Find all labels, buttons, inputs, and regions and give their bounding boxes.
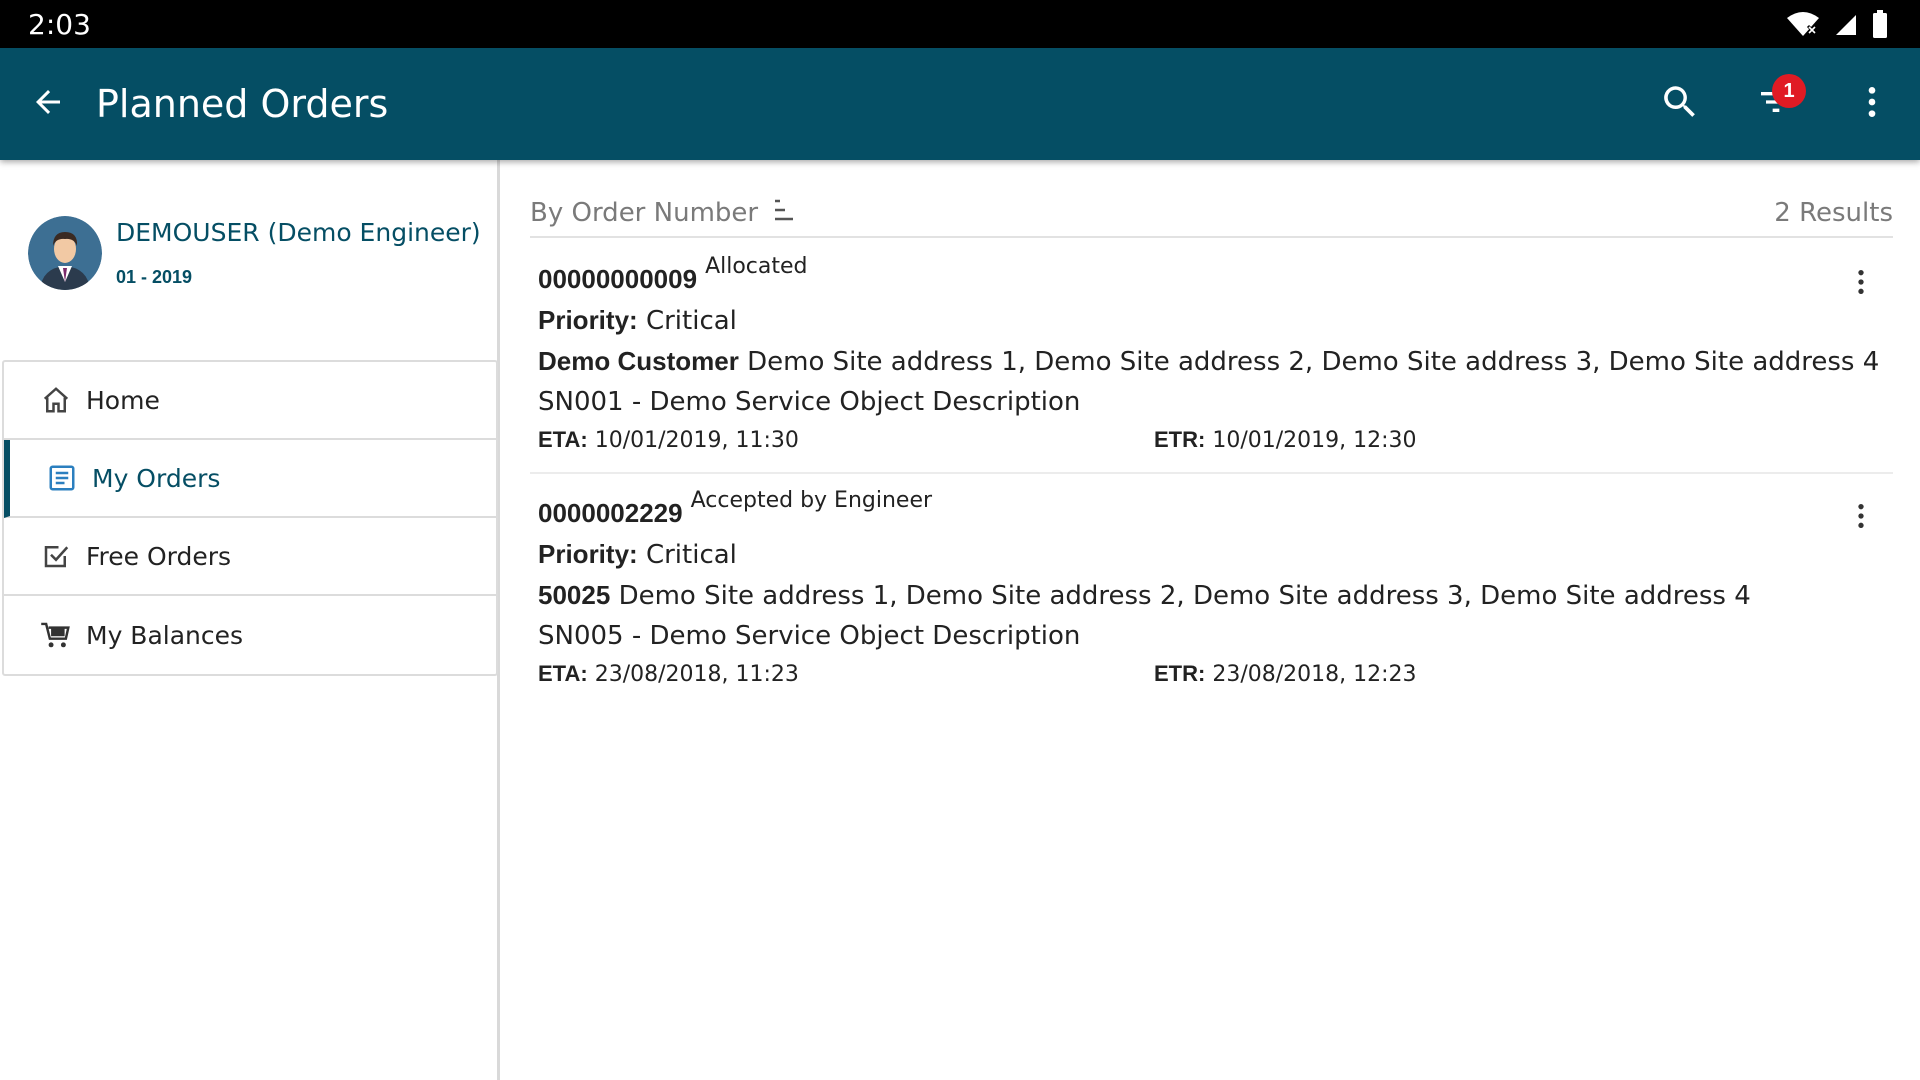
sidebar-item-home[interactable]: Home <box>4 362 496 440</box>
wifi-icon <box>1786 11 1820 37</box>
eta-value: 10/01/2019, 11:30 <box>594 428 799 453</box>
sidebar-item-label: My Balances <box>86 620 244 650</box>
overflow-menu-button[interactable] <box>1824 48 1920 160</box>
priority-value: Critical <box>645 540 737 570</box>
battery-icon <box>1872 10 1888 38</box>
app-bar: Planned Orders 1 <box>0 48 1920 160</box>
order-card[interactable]: 00000000009 Allocated Priority: Critical… <box>530 240 1893 474</box>
eta: ETA: 23/08/2018, 11:23 <box>538 661 1154 687</box>
etr: ETR: 23/08/2018, 12:23 <box>1154 661 1417 687</box>
sort-bar: By Order Number 2 Results <box>530 190 1893 238</box>
sidebar-item-label: My Orders <box>92 463 221 493</box>
order-menu-button[interactable] <box>1841 264 1881 304</box>
more-vert-icon <box>1852 82 1892 127</box>
service-object: SN001 - Demo Service Object Description <box>538 387 1081 417</box>
order-card[interactable]: 0000002229 Accepted by Engineer Priority… <box>530 474 1893 708</box>
customer-name: Demo Customer <box>538 346 739 376</box>
service-object: SN005 - Demo Service Object Description <box>538 621 1081 651</box>
order-menu-button[interactable] <box>1841 498 1881 538</box>
nav-menu: Home My Orders Free Orders My Balances <box>2 360 498 676</box>
search-button[interactable] <box>1632 48 1728 160</box>
sort-icon <box>772 198 796 229</box>
more-vert-icon <box>1845 500 1877 537</box>
order-times: ETA: 10/01/2019, 11:30 ETR: 10/01/2019, … <box>538 427 1893 453</box>
customer-name: 50025 <box>538 580 611 610</box>
order-number: 0000002229 <box>538 498 683 528</box>
order-status: Allocated <box>705 254 808 279</box>
sidebar-item-my-balances[interactable]: My Balances <box>4 596 496 674</box>
orders-list-icon <box>44 460 80 496</box>
priority-value: Critical <box>645 306 737 336</box>
sidebar-item-my-orders[interactable]: My Orders <box>4 440 496 518</box>
signal-icon <box>1834 12 1858 36</box>
order-priority: Priority: Critical <box>538 539 1893 570</box>
order-priority: Priority: Critical <box>538 305 1893 336</box>
order-customer-address: Demo Customer Demo Site address 1, Demo … <box>538 346 1893 377</box>
order-number: 00000000009 <box>538 264 698 294</box>
eta-label: ETA: <box>538 427 588 452</box>
results-count: 2 Results <box>1774 198 1893 228</box>
sidebar: DEMOUSER (Demo Engineer) 01 - 2019 Home … <box>0 160 500 1080</box>
user-name: DEMOUSER (Demo Engineer) <box>116 218 481 247</box>
eta-value: 23/08/2018, 11:23 <box>594 662 799 687</box>
etr-value: 23/08/2018, 12:23 <box>1212 662 1417 687</box>
status-icons <box>1786 10 1888 38</box>
order-list-panel: By Order Number 2 Results 00000000009 Al… <box>503 160 1920 1080</box>
etr-value: 10/01/2019, 12:30 <box>1212 428 1417 453</box>
status-bar: 2:03 <box>0 0 1920 48</box>
etr-label: ETR: <box>1154 427 1206 452</box>
sidebar-item-label: Free Orders <box>86 541 232 571</box>
priority-label: Priority: <box>538 305 638 335</box>
sort-selector[interactable]: By Order Number <box>530 198 796 229</box>
filter-button[interactable]: 1 <box>1728 48 1824 160</box>
status-time: 2:03 <box>28 7 91 41</box>
eta: ETA: 10/01/2019, 11:30 <box>538 427 1154 453</box>
eta-label: ETA: <box>538 661 588 686</box>
priority-label: Priority: <box>538 539 638 569</box>
sidebar-item-free-orders[interactable]: Free Orders <box>4 518 496 596</box>
site-address: Demo Site address 1, Demo Site address 2… <box>618 581 1751 611</box>
back-button[interactable] <box>0 48 96 160</box>
order-status: Accepted by Engineer <box>690 488 933 513</box>
filter-count-badge: 1 <box>1772 74 1806 108</box>
cart-icon <box>38 617 74 653</box>
checkbox-icon <box>38 538 74 574</box>
order-times: ETA: 23/08/2018, 11:23 ETR: 23/08/2018, … <box>538 661 1893 687</box>
more-vert-icon <box>1845 266 1877 303</box>
order-customer-address: 50025 Demo Site address 1, Demo Site add… <box>538 580 1893 611</box>
etr-label: ETR: <box>1154 661 1206 686</box>
avatar <box>28 216 102 290</box>
page-title: Planned Orders <box>96 82 389 126</box>
user-period: 01 - 2019 <box>116 267 193 287</box>
search-icon <box>1659 81 1701 128</box>
sidebar-item-label: Home <box>86 385 160 415</box>
arrow-back-icon <box>30 84 66 125</box>
etr: ETR: 10/01/2019, 12:30 <box>1154 427 1417 453</box>
user-profile: DEMOUSER (Demo Engineer) 01 - 2019 <box>28 216 481 290</box>
home-icon <box>38 382 74 418</box>
sort-label: By Order Number <box>530 198 759 228</box>
site-address: Demo Site address 1, Demo Site address 2… <box>747 347 1880 377</box>
